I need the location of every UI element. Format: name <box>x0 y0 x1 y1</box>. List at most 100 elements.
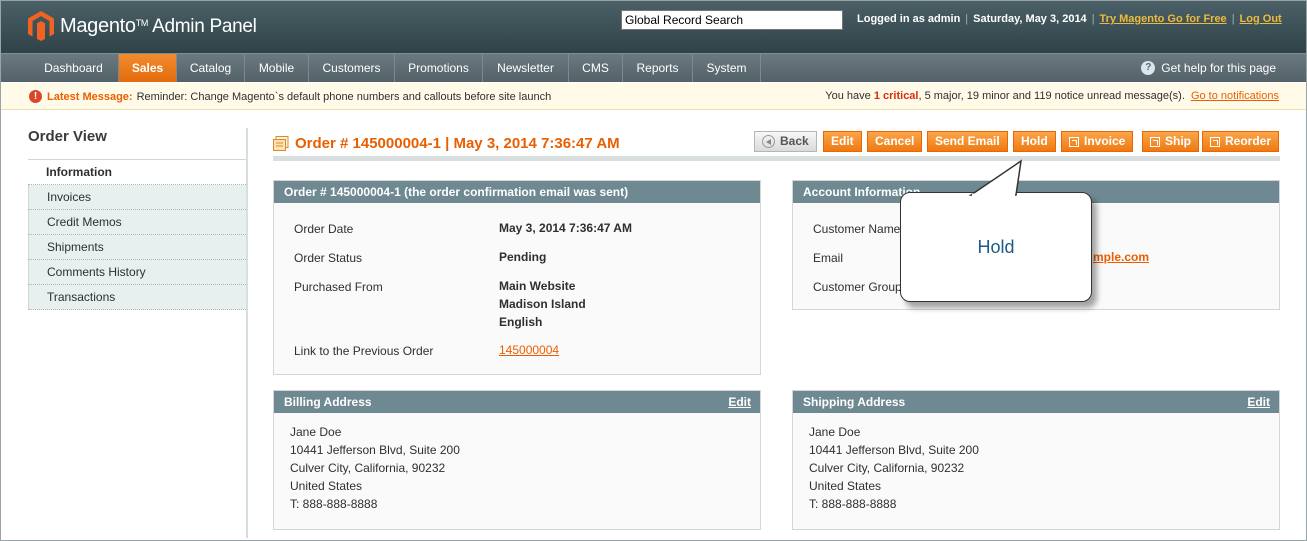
shipping-line: Jane Doe <box>809 425 861 439</box>
invoice-button[interactable]: Invoice <box>1061 131 1134 152</box>
main-nav: Dashboard Sales Catalog Mobile Customers… <box>1 53 1306 82</box>
message-bar: ! Latest Message: Reminder: Change Magen… <box>1 83 1306 110</box>
previous-order-cell: 145000004 <box>499 343 559 357</box>
invoice-icon <box>1069 136 1079 147</box>
critical-count: 1 <box>873 90 880 102</box>
help-link[interactable]: ? Get help for this page <box>1141 54 1276 82</box>
shipping-address-header: Shipping Address Edit <box>793 391 1279 413</box>
summary-rest: , 5 major, 19 minor and 119 notice unrea… <box>918 90 1185 102</box>
nav-cms[interactable]: CMS <box>569 54 623 82</box>
shipping-address-lines: Jane Doe 10441 Jefferson Blvd, Suite 200… <box>809 423 979 513</box>
nav-dashboard[interactable]: Dashboard <box>29 54 119 82</box>
previous-order-link[interactable]: 145000004 <box>499 343 559 357</box>
nav-customers[interactable]: Customers <box>309 54 395 82</box>
cancel-label: Cancel <box>875 134 915 148</box>
header-bar: MagentoTMAdmin Panel Logged in as admin|… <box>1 1 1306 53</box>
message-summary: You have 1 critical, 5 major, 19 minor a… <box>825 90 1279 102</box>
order-status-value: Pending <box>499 250 547 264</box>
email-link[interactable]: mple.com <box>1093 250 1149 264</box>
email-label: Email <box>813 251 844 265</box>
purchased-from-line-1: Main Website <box>499 279 576 293</box>
logout-link[interactable]: Log Out <box>1240 13 1282 25</box>
nav-catalog[interactable]: Catalog <box>177 54 245 82</box>
notifications-link[interactable]: Go to notifications <box>1191 90 1279 102</box>
logo-text: MagentoTM Admin Panel <box>60 14 257 37</box>
magento-logo[interactable]: MagentoTM Admin Panel <box>27 10 257 42</box>
cancel-button[interactable]: Cancel <box>867 131 923 152</box>
nav-promotions[interactable]: Promotions <box>395 54 483 82</box>
shipping-line: Culver City, California, 90232 <box>809 461 965 475</box>
shipping-line: 10441 Jefferson Blvd, Suite 200 <box>809 443 979 457</box>
order-info-header: Order # 145000004-1 (the order confirmat… <box>274 181 760 203</box>
send-email-label: Send Email <box>935 134 1000 148</box>
billing-edit-link[interactable]: Edit <box>728 391 751 413</box>
email-value-cell: mple.com <box>1093 250 1149 264</box>
sidebar-title: Order View <box>28 128 248 160</box>
reorder-label: Reorder <box>1225 134 1272 148</box>
edit-label: Edit <box>831 134 854 148</box>
help-icon: ? <box>1141 61 1156 75</box>
shipping-header-text: Shipping Address <box>803 395 906 409</box>
back-button[interactable]: Back <box>754 131 817 152</box>
latest-message-label: Latest Message: <box>47 90 133 103</box>
hold-callout: Hold <box>900 159 1092 302</box>
shipping-line: United States <box>809 479 882 493</box>
invoice-label: Invoice <box>1084 134 1126 148</box>
header-date: Saturday, May 3, 2014 <box>973 13 1087 25</box>
purchased-from-label: Purchased From <box>294 280 383 294</box>
alert-icon: ! <box>29 90 42 103</box>
edit-button[interactable]: Edit <box>823 131 862 152</box>
sidebar-item-invoices[interactable]: Invoices <box>28 185 248 210</box>
customer-group-label: Customer Group <box>813 280 902 294</box>
purchased-from-line-3: English <box>499 315 543 329</box>
nav-newsletter[interactable]: Newsletter <box>483 54 569 82</box>
order-view-sidebar: Order View Information Invoices Credit M… <box>28 128 248 538</box>
purchased-from-line-2: Madison Island <box>499 297 586 311</box>
billing-address-header: Billing Address Edit <box>274 391 760 413</box>
page-title-bar: Order # 145000004-1 | May 3, 2014 7:36:4… <box>273 131 1280 161</box>
sidebar-item-comments-history[interactable]: Comments History <box>28 260 248 285</box>
page-title-text: Order # 145000004-1 | May 3, 2014 7:36:4… <box>295 135 620 152</box>
previous-order-label: Link to the Previous Order <box>294 344 434 358</box>
sidebar-item-transactions[interactable]: Transactions <box>28 285 248 310</box>
order-date-label: Order Date <box>294 222 354 236</box>
help-text: Get help for this page <box>1161 61 1276 75</box>
billing-line: Jane Doe <box>290 425 342 439</box>
billing-line: 10441 Jefferson Blvd, Suite 200 <box>290 443 460 457</box>
reorder-button[interactable]: Reorder <box>1202 131 1280 152</box>
logged-in-text: Logged in as admin <box>857 13 961 25</box>
billing-line: Culver City, California, 90232 <box>290 461 446 475</box>
back-arrow-icon <box>762 135 775 148</box>
order-icon <box>273 136 289 151</box>
send-email-button[interactable]: Send Email <box>927 131 1008 152</box>
shipping-line: T: 888-888-8888 <box>809 497 897 511</box>
hold-label: Hold <box>1021 134 1048 148</box>
ship-label: Ship <box>1165 134 1191 148</box>
sidebar-divider <box>246 128 248 538</box>
hold-button[interactable]: Hold <box>1013 131 1056 152</box>
callout-pointer <box>968 159 1022 197</box>
page-title: Order # 145000004-1 | May 3, 2014 7:36:4… <box>273 135 620 152</box>
latest-message-text: Reminder: Change Magento`s default phone… <box>136 90 552 103</box>
nav-mobile[interactable]: Mobile <box>245 54 309 82</box>
ship-button[interactable]: Ship <box>1142 131 1199 152</box>
sidebar-item-shipments[interactable]: Shipments <box>28 235 248 260</box>
shipping-edit-link[interactable]: Edit <box>1247 391 1270 413</box>
order-status-label: Order Status <box>294 251 363 265</box>
sidebar-item-credit-memos[interactable]: Credit Memos <box>28 210 248 235</box>
sidebar-item-information[interactable]: Information <box>28 160 248 185</box>
try-magento-go-link[interactable]: Try Magento Go for Free <box>1100 13 1227 25</box>
user-bar: Logged in as admin | Saturday, May 3, 2014… <box>857 13 1282 25</box>
billing-address-lines: Jane Doe 10441 Jefferson Blvd, Suite 200… <box>290 423 460 513</box>
shipping-address-box: Shipping Address Edit Jane Doe 10441 Jeff… <box>792 390 1280 530</box>
billing-line: United States <box>290 479 363 493</box>
summary-prefix: You have <box>825 90 871 102</box>
nav-system[interactable]: System <box>693 54 761 82</box>
order-date-value: May 3, 2014 7:36:47 AM <box>499 221 632 235</box>
nav-reports[interactable]: Reports <box>623 54 693 82</box>
global-search-input[interactable] <box>621 10 843 30</box>
nav-sales[interactable]: Sales <box>119 54 177 82</box>
back-label: Back <box>780 134 809 148</box>
order-info-box: Order # 145000004-1 (the order confirmat… <box>273 180 761 375</box>
callout-text: Hold <box>977 237 1015 257</box>
